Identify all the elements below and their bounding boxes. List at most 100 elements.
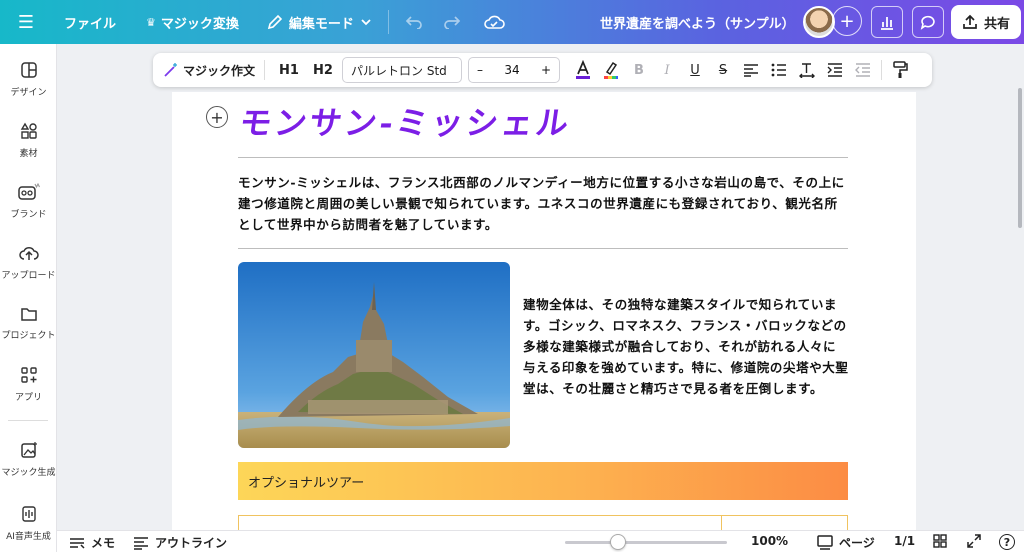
text-color-button[interactable] xyxy=(570,56,596,84)
pages-button[interactable]: ページ xyxy=(817,534,875,551)
sidebar-item-label: AI音声生成 xyxy=(6,531,51,542)
photo-illustration xyxy=(238,262,510,448)
spacing-button[interactable] xyxy=(794,56,820,84)
notes-label: メモ xyxy=(91,536,116,550)
bottom-bar: メモ アウトライン 100% ページ 1/1 ? xyxy=(57,530,1024,552)
sidebar-item-projects[interactable]: プロジェクト xyxy=(0,294,57,352)
page-count: 1/1 xyxy=(894,534,916,548)
sidebar-item-label: アップロード xyxy=(1,270,56,281)
redo-icon xyxy=(444,16,461,29)
layout-icon xyxy=(20,61,37,78)
highlight-color-button[interactable] xyxy=(598,56,624,84)
cloud-upload-icon xyxy=(18,246,39,260)
redo-button[interactable] xyxy=(443,0,461,44)
strikethrough-icon: S xyxy=(718,62,728,78)
sidebar-item-magic-media[interactable]: マジック生成 xyxy=(0,430,57,488)
page-title[interactable]: モンサン-ミッシェル xyxy=(237,98,575,144)
paint-roller-icon xyxy=(893,61,908,78)
divider-line xyxy=(238,157,848,158)
add-element-button[interactable]: + xyxy=(206,106,228,128)
copy-style-button[interactable] xyxy=(887,56,913,84)
menu-icon[interactable]: ☰ xyxy=(0,0,52,44)
help-button[interactable]: ? xyxy=(999,534,1015,550)
magic-wand-icon xyxy=(164,63,177,77)
highlighter-icon xyxy=(604,61,619,79)
font-size-increase[interactable]: + xyxy=(541,63,551,77)
italic-button[interactable]: I xyxy=(654,56,680,84)
zoom-slider[interactable] xyxy=(565,541,727,544)
outline-icon xyxy=(134,536,148,550)
zoom-level[interactable]: 100% xyxy=(751,534,788,548)
outdent-icon xyxy=(855,63,871,77)
sidebar-item-apps[interactable]: アプリ xyxy=(0,355,57,413)
magic-switch-button[interactable]: ♛ マジック変換 xyxy=(146,0,239,44)
toolbar-divider xyxy=(387,10,389,34)
voice-icon xyxy=(21,505,36,522)
insights-button[interactable] xyxy=(871,6,903,38)
sidebar-item-design[interactable]: デザイン xyxy=(0,50,57,108)
text-spacing-icon xyxy=(799,63,816,78)
vertical-scrollbar[interactable] xyxy=(1018,88,1022,228)
sidebar-item-uploads[interactable]: アップロード xyxy=(0,233,57,291)
mont-saint-michel-photo[interactable] xyxy=(238,262,510,448)
grid-icon xyxy=(933,534,947,548)
sidebar-item-label: デザイン xyxy=(10,87,47,98)
magic-write-button[interactable]: マジック作文 xyxy=(159,56,259,84)
sidebar-item-label: 素材 xyxy=(19,148,38,159)
apps-grid-icon xyxy=(20,366,37,383)
top-bar: ☰ ファイル ♛ マジック変換 編集モード 世界遺産を調べよう（サンプル） + … xyxy=(0,0,1024,44)
pages-label: ページ xyxy=(839,536,875,550)
sidebar-item-elements[interactable]: 素材 xyxy=(0,111,57,169)
edit-mode-button[interactable]: 編集モード xyxy=(267,0,372,44)
expand-icon xyxy=(967,534,981,548)
zoom-slider-handle[interactable] xyxy=(610,534,626,550)
outline-label: アウトライン xyxy=(155,536,228,550)
brand-kit-icon xyxy=(17,182,40,200)
font-family-select[interactable]: パルレトロン Std xyxy=(342,57,463,83)
cloud-save-status[interactable] xyxy=(483,0,505,44)
sidebar-item-label: ブランド xyxy=(10,209,47,220)
font-name: パルレトロン Std xyxy=(351,63,447,78)
add-collaborator-button[interactable]: + xyxy=(832,6,862,36)
outline-button[interactable]: アウトライン xyxy=(133,534,227,551)
indent-button[interactable] xyxy=(822,56,848,84)
heading1-button[interactable]: H1 xyxy=(276,56,302,84)
avatar[interactable] xyxy=(803,6,835,38)
intro-paragraph[interactable]: モンサン-ミッシェルは、フランス北西部のノルマンディー地方に位置する小さな岩山の… xyxy=(238,172,848,235)
fullscreen-button[interactable] xyxy=(967,534,981,548)
share-button[interactable]: 共有 xyxy=(951,5,1021,39)
notes-button[interactable]: メモ xyxy=(69,534,115,551)
strikethrough-button[interactable]: S xyxy=(710,56,736,84)
file-menu-label: ファイル xyxy=(64,16,117,32)
heading2-button[interactable]: H2 xyxy=(310,56,336,84)
sidebar-item-ai-voice[interactable]: AI音声生成 xyxy=(0,494,57,552)
bold-button[interactable]: B xyxy=(626,56,652,84)
grid-view-button[interactable] xyxy=(933,534,947,548)
file-menu-button[interactable]: ファイル xyxy=(64,0,116,44)
magic-image-icon xyxy=(20,441,37,458)
sidebar-item-brand[interactable]: ブランド xyxy=(0,172,57,230)
list-button[interactable] xyxy=(766,56,792,84)
comments-button[interactable] xyxy=(912,6,944,38)
underline-button[interactable]: U xyxy=(682,56,708,84)
plus-icon: + xyxy=(210,107,224,127)
upload-share-icon xyxy=(963,14,977,29)
optional-tour-banner[interactable]: オプショナルツアー xyxy=(238,462,848,500)
font-size-decrease[interactable]: – xyxy=(477,63,483,77)
text-color-icon xyxy=(576,60,591,79)
sidebar-item-label: アプリ xyxy=(14,392,42,403)
outdent-button[interactable] xyxy=(850,56,876,84)
zoom-value: 100% xyxy=(751,534,789,548)
cloud-check-icon xyxy=(484,15,505,29)
align-button[interactable] xyxy=(738,56,764,84)
magic-write-label: マジック作文 xyxy=(183,63,256,78)
undo-button[interactable] xyxy=(405,0,423,44)
left-sidebar: デザイン 素材 ブランド アップロード プロジェクト アプリ マジック生成 AI… xyxy=(0,44,57,552)
font-size-stepper[interactable]: – 34 + xyxy=(468,57,561,83)
divider-line xyxy=(238,248,848,249)
architecture-paragraph[interactable]: 建物全体は、その独特な建築スタイルで知られています。ゴシック、ロマネスク、フラン… xyxy=(523,294,849,399)
italic-icon: I xyxy=(664,62,670,78)
shapes-icon xyxy=(20,122,37,139)
document-title[interactable]: 世界遺産を調べよう（サンプル） xyxy=(600,13,795,32)
font-size-value[interactable]: 34 xyxy=(504,63,519,77)
